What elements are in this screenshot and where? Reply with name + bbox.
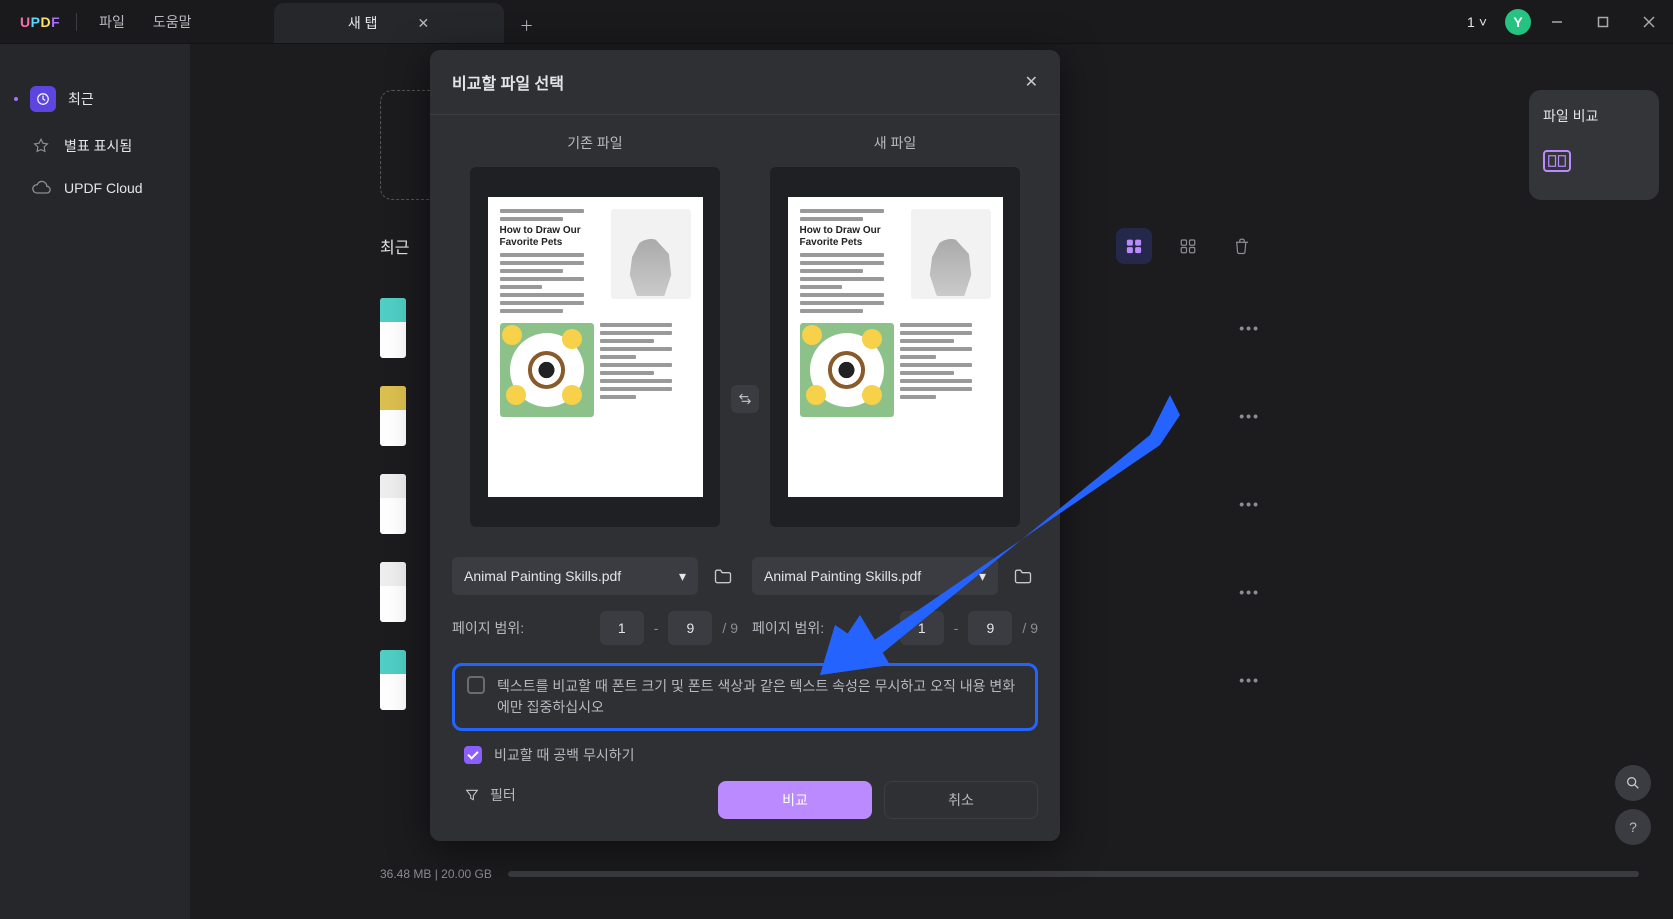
page-range-label: 페이지 범위: bbox=[452, 618, 524, 638]
user-avatar[interactable]: Y bbox=[1505, 9, 1531, 35]
menu-help[interactable]: 도움말 bbox=[147, 8, 198, 36]
dialog-title: 비교할 파일 선택 bbox=[452, 70, 564, 94]
storage-bar bbox=[508, 871, 1639, 877]
compare-files-dialog: 비교할 파일 선택 ✕ 기존 파일 How to Draw Our Favori… bbox=[430, 50, 1060, 841]
compare-button[interactable]: 비교 bbox=[718, 781, 872, 819]
file-thumbnail bbox=[380, 386, 406, 446]
item-more-button[interactable]: ••• bbox=[1239, 408, 1260, 424]
new-file-select[interactable]: Animal Painting Skills.pdf ▾ bbox=[752, 557, 998, 595]
new-page-to-input[interactable] bbox=[968, 611, 1012, 645]
option-label: 텍스트를 비교할 때 폰트 크기 및 폰트 색상과 같은 텍스트 속성은 무시하… bbox=[497, 676, 1023, 718]
browse-old-file-button[interactable] bbox=[708, 561, 738, 591]
close-dialog-button[interactable]: ✕ bbox=[1025, 72, 1038, 92]
cloud-icon bbox=[30, 180, 52, 196]
item-more-button[interactable]: ••• bbox=[1239, 320, 1260, 336]
new-page-total: / 9 bbox=[1022, 620, 1038, 636]
sidebar-item-starred[interactable]: 별표 표시됨 bbox=[0, 124, 178, 168]
checkbox-unchecked-icon[interactable] bbox=[467, 676, 485, 694]
dog-sketch-icon bbox=[611, 209, 691, 299]
menu-file[interactable]: 파일 bbox=[93, 8, 131, 36]
swap-files-button[interactable] bbox=[731, 385, 759, 413]
close-window-button[interactable] bbox=[1629, 2, 1669, 42]
item-more-button[interactable]: ••• bbox=[1239, 584, 1260, 600]
compare-icon bbox=[1543, 150, 1571, 172]
dog-photo-icon bbox=[800, 323, 894, 417]
ignore-text-attributes-option[interactable]: 텍스트를 비교할 때 폰트 크기 및 폰트 색상과 같은 텍스트 속성은 무시하… bbox=[452, 663, 1038, 731]
minimize-button[interactable] bbox=[1537, 2, 1577, 42]
old-file-panel: 기존 파일 How to Draw Our Favorite Pets bbox=[452, 133, 738, 645]
old-file-name: Animal Painting Skills.pdf bbox=[464, 568, 621, 584]
file-thumbnail bbox=[380, 650, 406, 710]
app-logo: UPDF bbox=[20, 14, 60, 30]
title-bar: UPDF 파일 도움말 새 탭 ✕ ＋ 1 ˅ Y bbox=[0, 0, 1673, 44]
item-more-button[interactable]: ••• bbox=[1239, 496, 1260, 512]
old-file-select[interactable]: Animal Painting Skills.pdf ▾ bbox=[452, 557, 698, 595]
search-button[interactable] bbox=[1615, 765, 1651, 801]
view-grid-button[interactable] bbox=[1170, 228, 1206, 264]
sidebar-item-recent[interactable]: 최근 bbox=[0, 74, 178, 124]
dog-sketch-icon bbox=[911, 209, 991, 299]
old-file-label: 기존 파일 bbox=[567, 133, 622, 153]
browse-new-file-button[interactable] bbox=[1008, 561, 1038, 591]
storage-label: 36.48 MB | 20.00 GB bbox=[380, 867, 492, 881]
chevron-down-icon: ▾ bbox=[979, 568, 986, 585]
sidebar: 최근 별표 표시됨 UPDF Cloud bbox=[0, 44, 190, 919]
new-tab-button[interactable]: ＋ bbox=[512, 11, 542, 41]
old-page-to-input[interactable] bbox=[668, 611, 712, 645]
option-label: 비교할 때 공백 무시하기 bbox=[494, 745, 634, 765]
recent-heading: 최근 bbox=[380, 234, 409, 258]
storage-status: 36.48 MB | 20.00 GB bbox=[380, 863, 1639, 885]
chevron-down-icon: ˅ bbox=[1479, 14, 1487, 30]
old-page-from-input[interactable] bbox=[600, 611, 644, 645]
file-thumbnail bbox=[380, 298, 406, 358]
help-button[interactable]: ? bbox=[1615, 809, 1651, 845]
maximize-button[interactable] bbox=[1583, 2, 1623, 42]
item-more-button[interactable]: ••• bbox=[1239, 672, 1260, 688]
version-dropdown[interactable]: 1 ˅ bbox=[1459, 10, 1495, 34]
new-file-name: Animal Painting Skills.pdf bbox=[764, 568, 921, 584]
clock-icon bbox=[30, 86, 56, 112]
sidebar-item-label: 별표 표시됨 bbox=[64, 136, 132, 156]
page-range-label: 페이지 범위: bbox=[752, 618, 824, 638]
file-thumbnail bbox=[380, 562, 406, 622]
card-label: 파일 비교 bbox=[1543, 106, 1645, 126]
star-icon bbox=[30, 137, 52, 155]
dog-photo-icon bbox=[500, 323, 594, 417]
clear-recent-button[interactable] bbox=[1224, 228, 1260, 264]
cancel-button[interactable]: 취소 bbox=[884, 781, 1038, 819]
old-file-preview[interactable]: How to Draw Our Favorite Pets bbox=[470, 167, 720, 527]
chevron-down-icon: ▾ bbox=[679, 568, 686, 585]
sidebar-item-label: UPDF Cloud bbox=[64, 180, 143, 196]
close-tab-icon[interactable]: ✕ bbox=[418, 15, 430, 32]
compare-files-card[interactable]: 파일 비교 bbox=[1529, 90, 1659, 200]
checkbox-checked-icon[interactable] bbox=[464, 746, 482, 764]
tab-new[interactable]: 새 탭 ✕ bbox=[274, 3, 504, 43]
new-file-label: 새 파일 bbox=[874, 133, 917, 153]
old-page-total: / 9 bbox=[722, 620, 738, 636]
version-label: 1 bbox=[1467, 14, 1475, 30]
sidebar-item-cloud[interactable]: UPDF Cloud bbox=[0, 168, 178, 208]
file-thumbnail bbox=[380, 474, 406, 534]
new-file-preview[interactable]: How to Draw Our Favorite Pets bbox=[770, 167, 1020, 527]
tab-label: 새 탭 bbox=[348, 13, 378, 33]
new-page-from-input[interactable] bbox=[900, 611, 944, 645]
ignore-blanks-option[interactable]: 비교할 때 공백 무시하기 bbox=[452, 745, 1038, 765]
new-file-panel: 새 파일 How to Draw Our Favorite Pets bbox=[752, 133, 1038, 645]
view-list-button[interactable] bbox=[1116, 228, 1152, 264]
sidebar-item-label: 최근 bbox=[68, 89, 94, 109]
